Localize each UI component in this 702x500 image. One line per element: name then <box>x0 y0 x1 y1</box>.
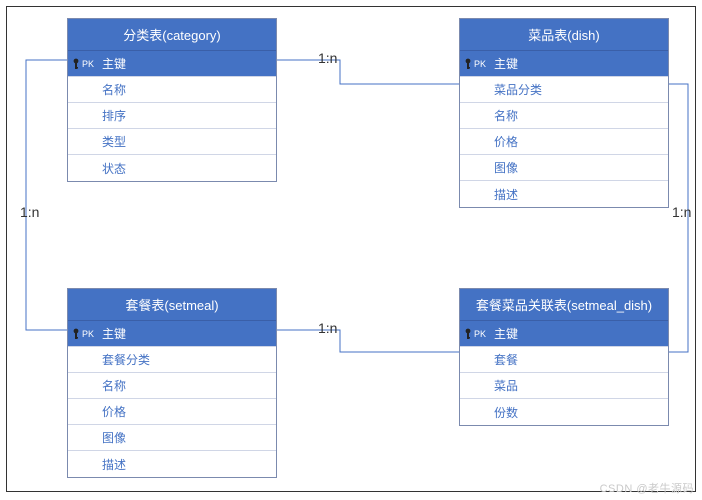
field-row: 套餐 <box>460 347 668 373</box>
field-row: 描述 <box>68 451 276 477</box>
entity-pk-row: PK 主键 <box>68 51 276 77</box>
field-name: 名称 <box>494 107 518 124</box>
pk-icon: PK <box>464 328 488 340</box>
entity-pk-row: PK 主键 <box>68 321 276 347</box>
field-row: 排序 <box>68 103 276 129</box>
pk-label: PK <box>474 59 486 69</box>
relation-label-category-setmeal: 1:n <box>20 204 39 220</box>
field-name: 主键 <box>494 55 518 72</box>
field-row: 套餐分类 <box>68 347 276 373</box>
entity-title: 菜品表(dish) <box>460 19 668 51</box>
pk-icon: PK <box>72 328 96 340</box>
entity-category: 分类表(category) PK 主键 名称 排序 类型 状态 <box>67 18 277 182</box>
relation-label-setmeal-setmealdish: 1:n <box>318 320 337 336</box>
field-name: 套餐 <box>494 351 518 368</box>
field-row: 份数 <box>460 399 668 425</box>
entity-pk-row: PK 主键 <box>460 51 668 77</box>
field-name: 价格 <box>102 403 126 420</box>
field-name: 主键 <box>494 325 518 342</box>
field-row: 类型 <box>68 129 276 155</box>
field-name: 名称 <box>102 81 126 98</box>
field-name: 类型 <box>102 133 126 150</box>
field-name: 份数 <box>494 404 518 421</box>
pk-label: PK <box>474 329 486 339</box>
field-name: 状态 <box>102 160 126 177</box>
field-row: 图像 <box>460 155 668 181</box>
field-name: 名称 <box>102 377 126 394</box>
entity-title: 套餐菜品关联表(setmeal_dish) <box>460 289 668 321</box>
field-name: 描述 <box>102 456 126 473</box>
relation-label-category-dish: 1:n <box>318 50 337 66</box>
field-row: 价格 <box>460 129 668 155</box>
field-name: 主键 <box>102 55 126 72</box>
field-row: 菜品 <box>460 373 668 399</box>
field-name: 排序 <box>102 107 126 124</box>
field-name: 套餐分类 <box>102 351 150 368</box>
entity-title: 套餐表(setmeal) <box>68 289 276 321</box>
field-row: 描述 <box>460 181 668 207</box>
field-name: 主键 <box>102 325 126 342</box>
entity-title: 分类表(category) <box>68 19 276 51</box>
pk-label: PK <box>82 59 94 69</box>
field-row: 菜品分类 <box>460 77 668 103</box>
field-row: 价格 <box>68 399 276 425</box>
pk-icon: PK <box>464 58 488 70</box>
relation-label-dish-setmealdish: 1:n <box>672 204 691 220</box>
watermark: CSDN @老牛源码 <box>600 480 694 496</box>
field-name: 菜品分类 <box>494 81 542 98</box>
pk-label: PK <box>82 329 94 339</box>
field-name: 价格 <box>494 133 518 150</box>
entity-setmeal-dish: 套餐菜品关联表(setmeal_dish) PK 主键 套餐 菜品 份数 <box>459 288 669 426</box>
field-row: 状态 <box>68 155 276 181</box>
field-name: 描述 <box>494 186 518 203</box>
field-name: 图像 <box>102 429 126 446</box>
field-name: 图像 <box>494 159 518 176</box>
entity-pk-row: PK 主键 <box>460 321 668 347</box>
field-row: 名称 <box>460 103 668 129</box>
entity-setmeal: 套餐表(setmeal) PK 主键 套餐分类 名称 价格 图像 描述 <box>67 288 277 478</box>
field-row: 图像 <box>68 425 276 451</box>
field-row: 名称 <box>68 77 276 103</box>
entity-dish: 菜品表(dish) PK 主键 菜品分类 名称 价格 图像 描述 <box>459 18 669 208</box>
field-name: 菜品 <box>494 377 518 394</box>
pk-icon: PK <box>72 58 96 70</box>
field-row: 名称 <box>68 373 276 399</box>
